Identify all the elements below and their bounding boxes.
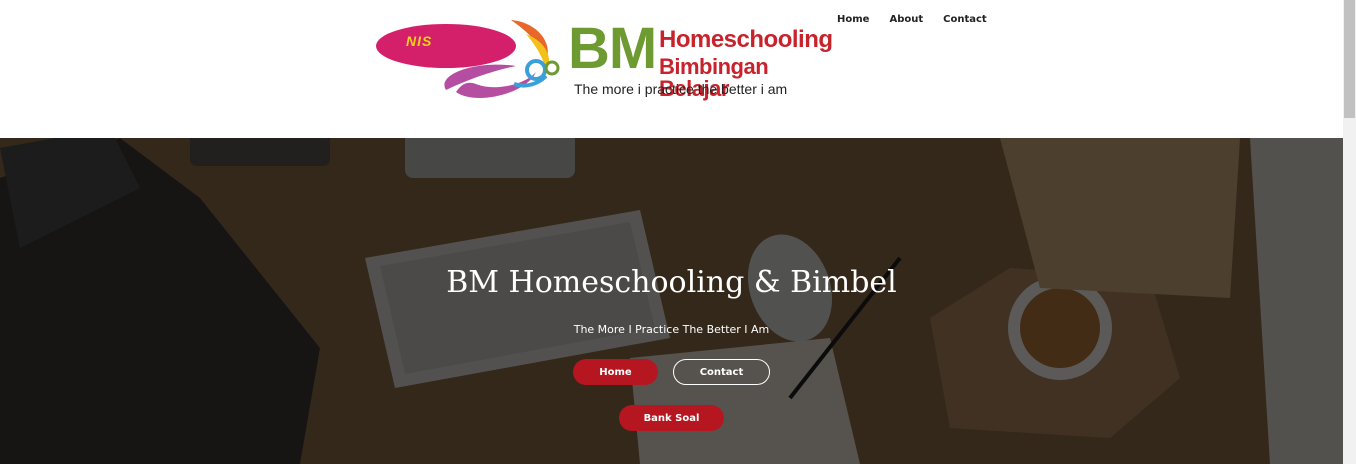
site-logo[interactable]: NIS BM Homeschooling Bimbingan Belajar T… [376, 14, 833, 106]
logo-mark: BM [568, 16, 657, 81]
nav-item-about[interactable]: About [889, 14, 923, 25]
logo-title-line1: Homeschooling [659, 26, 833, 53]
hero-title: BM Homeschooling & Bimbel [446, 265, 897, 300]
home-button[interactable]: Home [573, 359, 658, 385]
site-header: NIS BM Homeschooling Bimbingan Belajar T… [0, 0, 1343, 138]
contact-button[interactable]: Contact [673, 359, 770, 385]
logo-tagline: The more i practice the better i am [574, 81, 788, 97]
page-scrollbar[interactable] [1343, 0, 1356, 464]
nav-item-contact[interactable]: Contact [943, 14, 987, 25]
logo-badge-text: NIS [406, 33, 433, 49]
logo-swirl-icon [376, 20, 560, 99]
nav-item-home[interactable]: Home [837, 14, 869, 25]
bank-soal-button[interactable]: Bank Soal [619, 405, 724, 431]
hero-section: BM Homeschooling & Bimbel The More I Pra… [0, 138, 1343, 464]
hero-subtitle: The More I Practice The Better I Am [573, 323, 770, 336]
page: NIS BM Homeschooling Bimbingan Belajar T… [0, 0, 1356, 464]
main-nav: Home About Contact [837, 14, 987, 25]
scrollbar-thumb[interactable] [1344, 0, 1355, 118]
